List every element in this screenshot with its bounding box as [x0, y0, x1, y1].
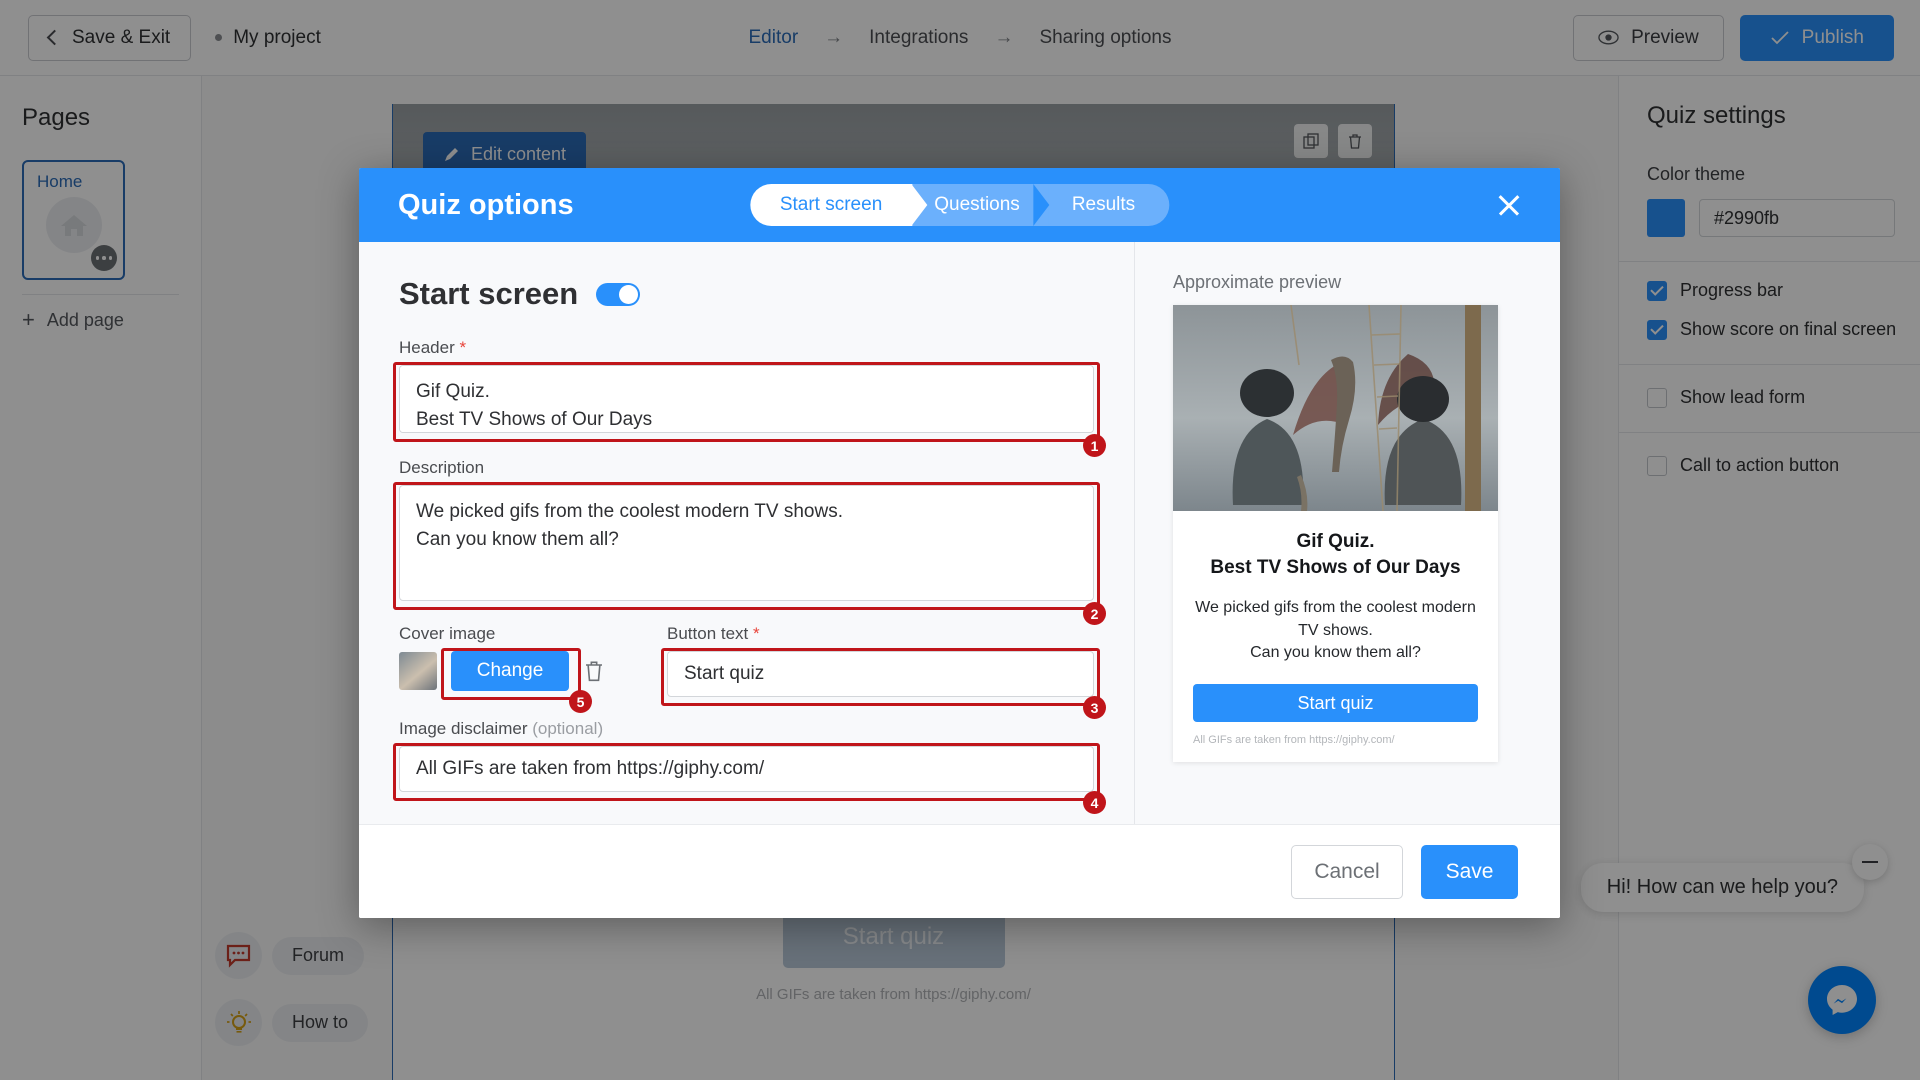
- image-disclaimer-input[interactable]: [399, 746, 1094, 792]
- cover-and-button-row: Cover image Change 5 Button text * Start…: [399, 624, 1106, 719]
- change-cover-button[interactable]: Change: [451, 651, 569, 691]
- modal-header: Quiz options Start screen Questions Resu…: [359, 168, 1560, 242]
- cover-image-controls: Change: [399, 651, 667, 691]
- modal-body: Start screen Header * 1 Description 2: [359, 242, 1560, 824]
- tab-label: Questions: [934, 194, 1020, 215]
- annotation-badge-1: 1: [1083, 434, 1106, 457]
- field-header-label: Header *: [399, 338, 1094, 358]
- tab-start-screen[interactable]: Start screen: [749, 184, 928, 226]
- approximate-preview-pane: Approximate preview Gif Quiz. Best TV Sh…: [1134, 242, 1560, 824]
- preview-heading: Gif Quiz. Best TV Shows of Our Days: [1210, 531, 1461, 578]
- field-image-disclaimer: Image disclaimer (optional) 4: [393, 719, 1106, 814]
- section-title: Start screen: [399, 276, 579, 311]
- field-description: Description 2: [393, 458, 1106, 625]
- dragon-cover-image: [1173, 305, 1498, 511]
- tab-label: Start screen: [779, 194, 883, 215]
- field-description-label: Description: [399, 458, 485, 477]
- required-marker: *: [753, 624, 760, 643]
- button-text-input[interactable]: [667, 651, 1094, 697]
- annotation-badge-5: 5: [569, 690, 592, 713]
- preview-fine-print: All GIFs are taken from https://giphy.co…: [1193, 734, 1395, 747]
- delete-cover-icon[interactable]: [583, 659, 605, 683]
- quiz-options-modal: Quiz options Start screen Questions Resu…: [359, 168, 1560, 918]
- preview-label: Approximate preview: [1173, 272, 1342, 292]
- annotation-badge-4: 4: [1083, 791, 1106, 814]
- start-screen-form: Start screen Header * 1 Description 2: [359, 242, 1134, 824]
- close-icon[interactable]: [1494, 190, 1524, 220]
- field-cover-image: Cover image Change 5: [399, 624, 667, 713]
- description-input[interactable]: [399, 485, 1094, 601]
- preview-card: Gif Quiz. Best TV Shows of Our Days We p…: [1173, 305, 1498, 763]
- annotation-badge-2: 2: [1083, 602, 1106, 625]
- modal-step-tabs: Start screen Questions Results: [749, 184, 1170, 226]
- annotation-badge-3: 3: [1083, 696, 1106, 719]
- required-marker: *: [459, 338, 467, 357]
- field-image-disclaimer-label: Image disclaimer (optional): [399, 719, 1094, 739]
- toggle-knob: [619, 284, 639, 304]
- modal-footer: Cancel Save: [359, 824, 1560, 918]
- field-header: Header * 1: [393, 338, 1106, 457]
- preview-card-content: Gif Quiz. Best TV Shows of Our Days We p…: [1173, 511, 1498, 762]
- section-header: Start screen: [399, 276, 1094, 312]
- header-input[interactable]: [399, 365, 1094, 433]
- cover-thumbnail[interactable]: [399, 652, 437, 690]
- label-text: Header: [399, 338, 455, 357]
- start-screen-toggle[interactable]: [596, 282, 641, 306]
- optional-marker: (optional): [532, 719, 604, 738]
- preview-description: We picked gifs from the coolest modern T…: [1195, 599, 1476, 662]
- field-cover-image-label: Cover image: [399, 624, 496, 643]
- modal-title: Quiz options: [398, 188, 574, 221]
- cancel-button[interactable]: Cancel: [1291, 844, 1403, 899]
- label-text: Button text: [667, 624, 749, 643]
- label-text: Image disclaimer: [399, 719, 528, 738]
- save-button[interactable]: Save: [1421, 844, 1518, 899]
- preview-start-button[interactable]: Start quiz: [1193, 684, 1478, 723]
- field-button-text: Button text * 3: [661, 624, 1106, 719]
- field-button-text-label: Button text *: [667, 624, 1094, 644]
- tab-label: Results: [1071, 194, 1136, 215]
